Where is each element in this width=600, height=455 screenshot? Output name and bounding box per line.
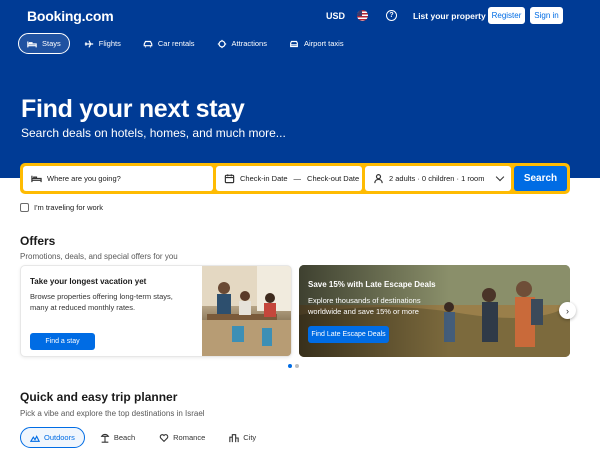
- work-travel-label: I'm traveling for work: [34, 203, 103, 212]
- help-icon[interactable]: ?: [386, 10, 397, 21]
- offer-card-long-stay[interactable]: Take your longest vacation yet Browse pr…: [20, 265, 292, 357]
- offer-card-text: Browse properties offering long-term sta…: [30, 292, 173, 312]
- bed-icon: [27, 41, 37, 47]
- bed-icon: [31, 175, 42, 183]
- family-dining-illustration: [202, 266, 291, 356]
- guests-label: 2 adults · 0 children · 1 room: [389, 174, 485, 183]
- product-nav: Stays Flights Car rentals Attractions Ai…: [18, 33, 358, 54]
- chip-city[interactable]: City: [220, 427, 265, 448]
- find-late-escape-deals-button[interactable]: Find Late Escape Deals: [308, 326, 389, 343]
- destination-field[interactable]: Where are you going?: [23, 166, 213, 191]
- car-icon: [143, 40, 153, 47]
- tab-label: Attractions: [231, 39, 267, 48]
- offers-title: Offers: [20, 234, 56, 248]
- family-dining-image: [202, 266, 291, 356]
- tab-label: Flights: [98, 39, 121, 48]
- tab-label: Car rentals: [157, 39, 195, 48]
- tab-flights[interactable]: Flights: [76, 33, 129, 54]
- tab-stays[interactable]: Stays: [18, 33, 70, 54]
- tab-label: Airport taxis: [303, 39, 344, 48]
- chip-label: Beach: [113, 433, 136, 442]
- offer-card-title: Save 15% with Late Escape Deals: [308, 280, 436, 289]
- chip-romance[interactable]: Romance: [150, 427, 214, 448]
- tab-car-rentals[interactable]: Car rentals: [135, 33, 203, 54]
- currency-selector[interactable]: USD: [326, 11, 345, 21]
- offer-card-title: Take your longest vacation yet: [30, 277, 147, 286]
- trip-planner-title: Quick and easy trip planner: [20, 390, 178, 404]
- date-picker-field[interactable]: Check-in Date — Check-out Date: [216, 166, 362, 191]
- booking-logo[interactable]: Booking.com: [27, 8, 114, 24]
- destination-placeholder: Where are you going?: [47, 174, 121, 183]
- carousel-dot[interactable]: [295, 364, 299, 368]
- tab-attractions[interactable]: Attractions: [209, 33, 275, 54]
- hero-title: Find your next stay: [21, 95, 245, 123]
- work-travel-checkbox-row[interactable]: I'm traveling for work: [20, 203, 103, 212]
- carousel-next-icon[interactable]: ›: [559, 302, 576, 319]
- checkin-label: Check-in Date: [240, 174, 288, 183]
- work-travel-checkbox[interactable]: [20, 203, 29, 212]
- attractions-icon: [217, 39, 226, 48]
- person-icon: [374, 174, 383, 184]
- calendar-icon: [224, 174, 235, 184]
- guests-field[interactable]: 2 adults · 0 children · 1 room: [365, 166, 511, 191]
- tab-label: Stays: [42, 39, 61, 48]
- chevron-down-icon: [495, 172, 505, 182]
- taxi-icon: [290, 40, 298, 47]
- heart-icon: [159, 433, 169, 442]
- sign-in-button[interactable]: Sign in: [530, 7, 563, 24]
- hero-subtitle: Search deals on hotels, homes, and much …: [21, 126, 286, 140]
- chip-beach[interactable]: Beach: [91, 427, 144, 448]
- search-bar: Where are you going? Check-in Date — Che…: [20, 163, 570, 194]
- offers-subtitle: Promotions, deals, and special offers fo…: [20, 252, 178, 261]
- tab-airport-taxis[interactable]: Airport taxis: [281, 33, 352, 54]
- search-button[interactable]: Search: [514, 166, 567, 191]
- find-a-stay-button[interactable]: Find a stay: [30, 333, 95, 350]
- offer-card-late-escape[interactable]: Save 15% with Late Escape Deals Explore …: [299, 265, 570, 357]
- plane-icon: [84, 39, 93, 48]
- city-icon: [229, 433, 239, 442]
- chip-label: Outdoors: [44, 433, 75, 442]
- trip-planner-subtitle: Pick a vibe and explore the top destinat…: [20, 409, 205, 418]
- checkout-label: Check-out Date: [307, 174, 360, 183]
- list-property-link[interactable]: List your property: [413, 11, 486, 21]
- beach-icon: [100, 433, 110, 443]
- carousel-dot[interactable]: [288, 364, 292, 368]
- hero-banner: Booking.com USD ? List your property Reg…: [0, 0, 600, 178]
- chip-label: City: [243, 433, 257, 442]
- chip-outdoors[interactable]: Outdoors: [20, 427, 85, 448]
- date-separator: —: [293, 174, 302, 183]
- offer-card-text: Explore thousands of destinations worldw…: [308, 296, 421, 316]
- carousel-dots: [288, 364, 299, 368]
- hiker-icon: [30, 434, 40, 442]
- vibe-chips: Outdoors Beach Romance City: [20, 427, 271, 448]
- register-button[interactable]: Register: [488, 7, 525, 24]
- us-flag-icon[interactable]: [357, 10, 368, 21]
- chip-label: Romance: [173, 433, 206, 442]
